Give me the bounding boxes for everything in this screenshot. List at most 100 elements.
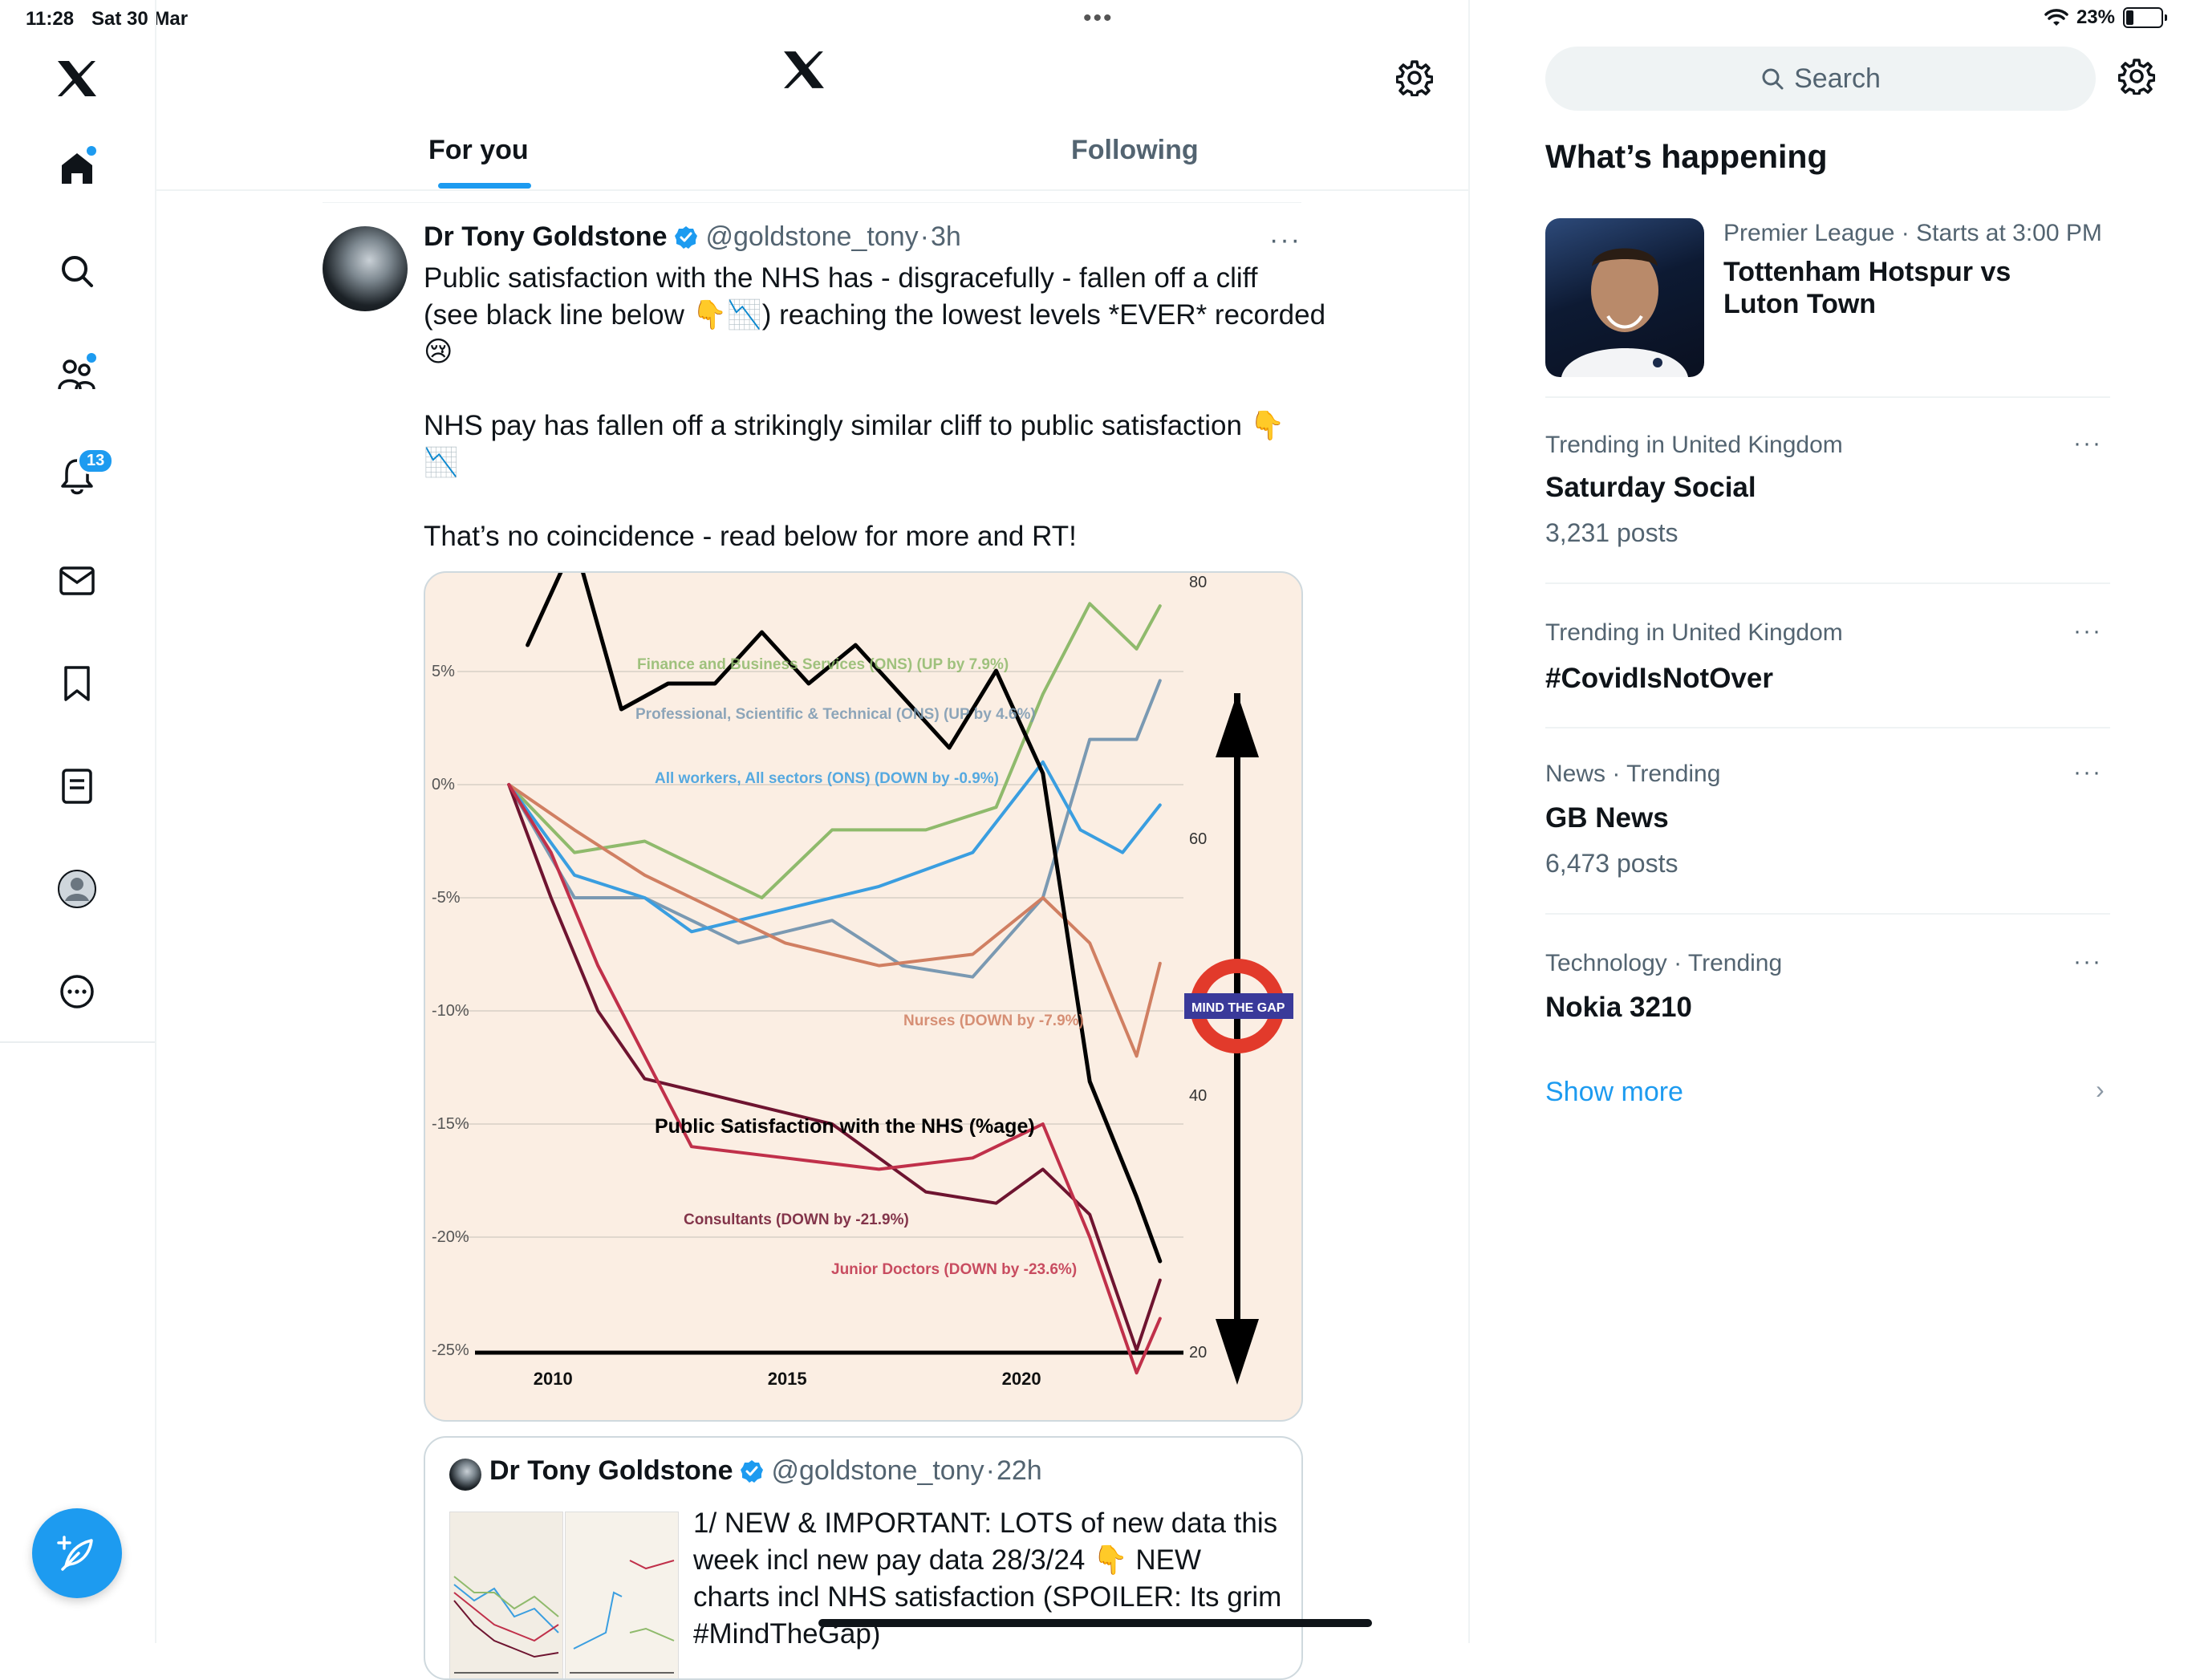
communities-icon[interactable] xyxy=(53,350,101,398)
search-placeholder: Search xyxy=(1794,63,1881,94)
chart-right-tick-label: 20 xyxy=(1189,1344,1207,1361)
event-title[interactable]: Luton Town xyxy=(1723,289,1876,320)
tweet-chart-image[interactable]: 5% 0% -5% -10% -15% -20% -25% 2010 2015 2020 80 60 4… xyxy=(424,571,1303,1422)
chart-series-line xyxy=(507,602,1162,899)
tweet-timestamp[interactable]: 3h xyxy=(931,221,961,253)
chart-left-tick-label: -25% xyxy=(432,1341,469,1359)
chart-left-tick-label: -5% xyxy=(432,889,461,907)
search-icon xyxy=(1762,68,1784,90)
chart-gap-arrow-head xyxy=(1216,1319,1259,1385)
chart-series-label: Professional, Scientific & Technical (ON… xyxy=(635,706,1036,723)
event-thumbnail[interactable] xyxy=(1545,218,1704,377)
explore-settings-gear-icon[interactable] xyxy=(2117,58,2156,99)
tweet-text-line: That’s no coincidence - read below for m… xyxy=(424,521,1077,552)
separator-dot: · xyxy=(985,1455,995,1486)
chart-series-label: Nurses (DOWN by -7.9%) xyxy=(903,1012,1084,1029)
chart-series-line xyxy=(507,783,1162,1375)
trend-context: News · Trending xyxy=(1545,761,1721,787)
section-title: What’s happening xyxy=(1545,138,1828,175)
quoted-tweet-timestamp: 22h xyxy=(996,1455,1042,1486)
more-options-icon[interactable] xyxy=(53,968,101,1016)
chart-series-label: All workers, All sectors (ONS) (DOWN by … xyxy=(655,770,999,787)
x-logo-icon[interactable] xyxy=(53,55,101,103)
tab-following[interactable]: Following xyxy=(1071,135,1199,166)
trend-divider xyxy=(1545,727,2110,728)
chart-x-tick-label: 2010 xyxy=(534,1369,573,1389)
tweet-header: Dr Tony Goldstone @goldstone_tony · 3h xyxy=(424,221,961,253)
quoted-text-line: 1/ NEW & IMPORTANT: LOTS of new data thi… xyxy=(693,1508,1278,1539)
chart-left-tick-label: -15% xyxy=(432,1115,469,1133)
tab-for-you[interactable]: For you xyxy=(428,135,529,166)
author-avatar[interactable] xyxy=(323,226,408,311)
search-icon[interactable] xyxy=(53,247,101,295)
trend-divider xyxy=(1545,913,2110,915)
notification-count-badge: 13 xyxy=(77,448,115,474)
trend-more-icon[interactable]: ··· xyxy=(2073,430,2102,457)
lists-icon[interactable] xyxy=(53,762,101,810)
author-handle[interactable]: @goldstone_tony xyxy=(705,221,918,253)
quoted-tweet-header: Dr Tony Goldstone @goldstone_tony · 22h xyxy=(489,1455,1042,1487)
tweet-text-line: 😢 xyxy=(424,336,453,367)
communities-unread-dot xyxy=(87,353,96,363)
trend-divider xyxy=(1545,396,2110,398)
trend-more-icon[interactable]: ··· xyxy=(2073,759,2102,786)
chart-right-tick-label: 40 xyxy=(1189,1087,1207,1105)
search-input[interactable]: Search xyxy=(1545,47,2096,111)
chart-x-tick-label: 2020 xyxy=(1002,1369,1041,1389)
chart-left-tick-label: 0% xyxy=(432,776,455,793)
quoted-text-line: charts incl NHS satisfaction (SPOILER: I… xyxy=(693,1581,1282,1613)
quoted-author-name: Dr Tony Goldstone xyxy=(489,1455,733,1486)
chart-series-line xyxy=(526,573,1163,1264)
chevron-right-icon: › xyxy=(2096,1075,2105,1104)
chart-series-label: Finance and Business Services (ONS) (UP … xyxy=(637,656,1009,673)
multitasking-dots-icon[interactable]: ••• xyxy=(1083,5,1114,32)
tab-active-indicator xyxy=(438,183,531,189)
show-more-link[interactable]: Show more xyxy=(1545,1077,1683,1108)
battery-icon xyxy=(2123,7,2167,28)
trend-context: Trending in United Kingdom xyxy=(1545,619,1843,646)
chart-right-tick-label: 80 xyxy=(1189,574,1207,591)
verified-badge-icon xyxy=(675,225,698,249)
trend-divider xyxy=(1545,582,2110,584)
tweet-text-line: Public satisfaction with the NHS has - d… xyxy=(424,262,1258,294)
trend-context: Technology · Trending xyxy=(1545,950,1783,976)
trend-context: Trending in United Kingdom xyxy=(1545,432,1843,458)
verified-badge-icon xyxy=(741,1459,764,1483)
chart-series-label: Public Satisfaction with the NHS (%age) xyxy=(655,1115,1035,1138)
left-column-border xyxy=(155,0,156,1643)
status-indicators: 23% xyxy=(2044,6,2167,29)
separator-dot: · xyxy=(919,221,929,252)
trend-more-icon[interactable]: ··· xyxy=(2073,618,2102,645)
x-header-logo-icon[interactable] xyxy=(782,50,826,94)
quoted-chart-thumbnail xyxy=(449,1512,563,1678)
home-icon[interactable] xyxy=(53,144,101,193)
messages-icon[interactable] xyxy=(53,557,101,605)
feather-plus-icon xyxy=(57,1536,93,1571)
quoted-tweet-card[interactable]: Dr Tony Goldstone @goldstone_tony · 22h 1/… xyxy=(424,1436,1303,1680)
left-nav: 13 xyxy=(0,0,156,1043)
profile-avatar-icon[interactable] xyxy=(53,865,101,913)
tabs-divider xyxy=(156,189,1469,191)
home-indicator-bar[interactable] xyxy=(818,1619,1372,1627)
chart-left-tick-label: -20% xyxy=(432,1228,469,1246)
bookmarks-icon[interactable] xyxy=(53,659,101,708)
chart-gap-arrow-head xyxy=(1216,693,1259,757)
feed-settings-gear-icon[interactable] xyxy=(1395,59,1434,100)
quoted-author-handle: @goldstone_tony xyxy=(771,1455,984,1486)
chart-left-tick-label: -10% xyxy=(432,1002,469,1020)
chart-series-label: Junior Doctors (DOWN by -23.6%) xyxy=(831,1261,1077,1278)
trend-title[interactable]: #CovidIsNotOver xyxy=(1545,663,1773,695)
author-name[interactable]: Dr Tony Goldstone xyxy=(424,221,667,253)
event-title[interactable]: Tottenham Hotspur vs xyxy=(1723,257,2011,288)
trend-title[interactable]: Saturday Social xyxy=(1545,472,1756,504)
trend-more-icon[interactable]: ··· xyxy=(2073,948,2102,976)
trend-post-count: 6,473 posts xyxy=(1545,849,1679,878)
home-unread-dot xyxy=(87,146,96,156)
chart-right-tick-label: 60 xyxy=(1189,830,1207,848)
tweet-text-line: (see black line below 👇📉) reaching the l… xyxy=(424,299,1326,331)
trend-title[interactable]: Nokia 3210 xyxy=(1545,992,1692,1024)
compose-post-button[interactable] xyxy=(32,1508,122,1598)
notifications-bell-icon[interactable]: 13 xyxy=(53,448,115,501)
trend-title[interactable]: GB News xyxy=(1545,802,1669,834)
tweet-more-menu-icon[interactable]: ··· xyxy=(1269,225,1301,256)
